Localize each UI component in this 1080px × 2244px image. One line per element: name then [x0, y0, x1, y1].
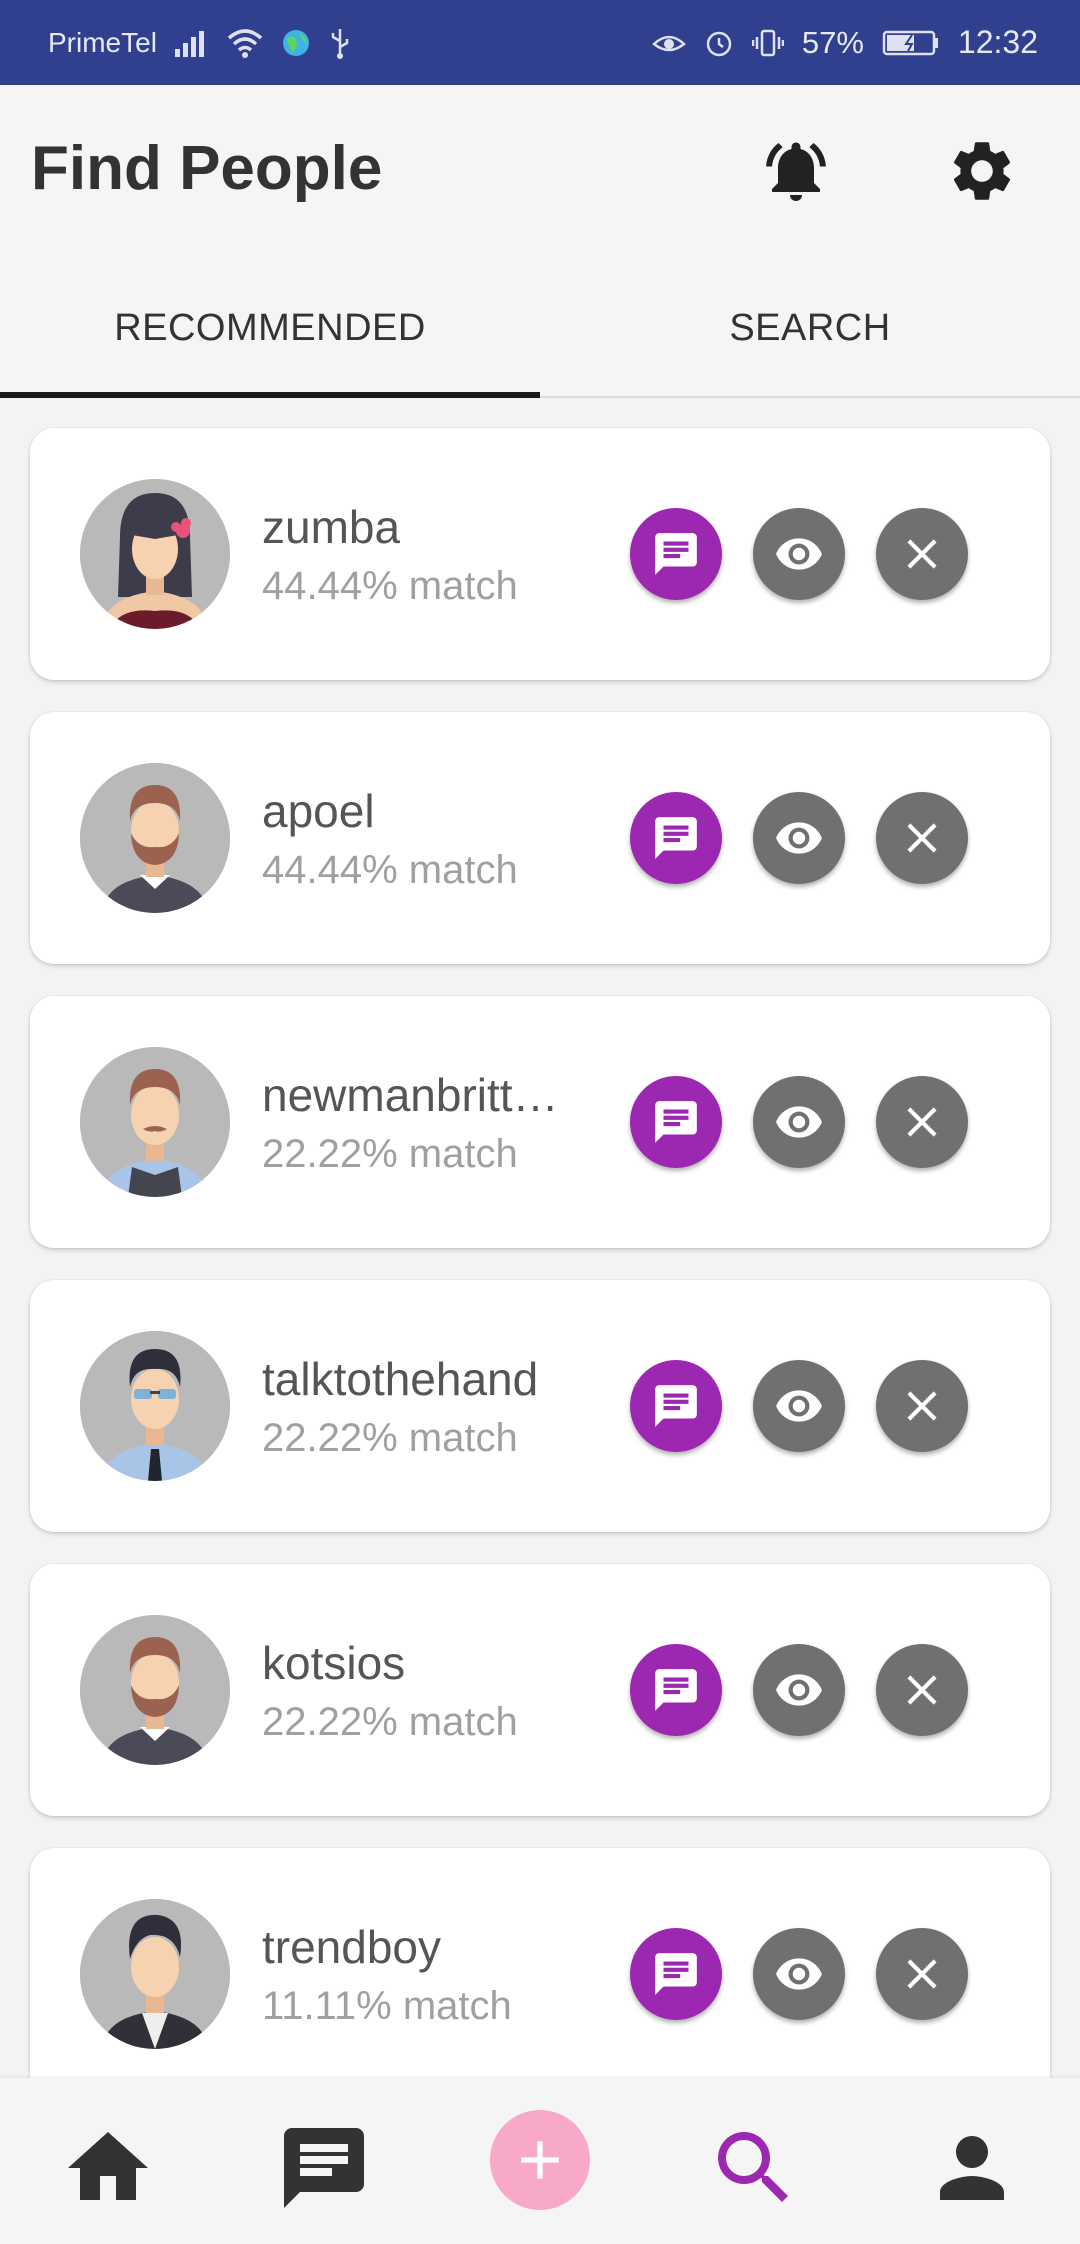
eye-comfort-icon — [651, 30, 686, 56]
battery-percent: 57% — [801, 24, 864, 60]
search-icon[interactable] — [704, 2118, 804, 2218]
chat-icon — [655, 1101, 697, 1143]
match-percent: 11.11% match — [262, 1984, 512, 2028]
username: newmanbritt… — [262, 1069, 559, 1121]
chat-icon — [655, 1669, 697, 1711]
dismiss-button[interactable] — [876, 508, 968, 600]
person-card[interactable]: apoel 44.44% match — [30, 712, 1050, 964]
dismiss-button[interactable] — [876, 1644, 968, 1736]
signal-icon — [174, 29, 209, 57]
people-list[interactable]: zumba 44.44% match apoel 44.44% match ne… — [0, 398, 1080, 2078]
chat-icon — [655, 817, 697, 859]
username: trendboy — [262, 1921, 442, 1973]
suit-man-avatar — [80, 1899, 230, 2049]
person-card[interactable]: zumba 44.44% match — [30, 428, 1050, 680]
clock: 12:32 — [957, 24, 1038, 60]
view-profile-button[interactable] — [753, 1928, 845, 2020]
add-icon[interactable] — [490, 2110, 590, 2210]
view-profile-button[interactable] — [753, 1076, 845, 1168]
app-bar: Find People — [0, 85, 1080, 260]
close-icon — [907, 1391, 937, 1421]
chat-button[interactable] — [630, 792, 722, 884]
eye-icon — [776, 1958, 822, 1990]
view-profile-button[interactable] — [753, 508, 845, 600]
username: kotsios — [262, 1637, 406, 1689]
chat-button[interactable] — [630, 1076, 722, 1168]
chat-button[interactable] — [630, 1360, 722, 1452]
person-card[interactable]: newmanbritt… 22.22% match — [30, 996, 1050, 1248]
mustache-man-avatar — [80, 1047, 230, 1197]
usb-icon — [329, 27, 351, 59]
dismiss-button[interactable] — [876, 1360, 968, 1452]
close-icon — [907, 1107, 937, 1137]
username: zumba — [262, 501, 401, 553]
battery-icon — [882, 29, 940, 57]
chat-icon — [655, 1385, 697, 1427]
vibrate-icon — [751, 28, 784, 58]
eye-icon — [776, 1390, 822, 1422]
eye-icon — [776, 538, 822, 570]
chat-icon — [655, 1953, 697, 1995]
sunglasses-man-avatar — [80, 1331, 230, 1481]
chat-button[interactable] — [630, 1644, 722, 1736]
eye-icon — [776, 1106, 822, 1138]
dismiss-button[interactable] — [876, 792, 968, 884]
tab-search[interactable]: SEARCH — [540, 260, 1080, 396]
carrier-label: PrimeTel — [48, 26, 157, 58]
eye-icon — [776, 1674, 822, 1706]
close-icon — [907, 539, 937, 569]
page-title: Find People — [31, 134, 383, 203]
gear-icon[interactable] — [946, 135, 1018, 207]
person-card[interactable]: trendboy 11.11% match — [30, 1848, 1050, 2078]
match-percent: 22.22% match — [262, 1416, 518, 1460]
view-profile-button[interactable] — [753, 1644, 845, 1736]
tab-recommended[interactable]: RECOMMENDED — [0, 260, 540, 398]
match-percent: 44.44% match — [262, 564, 518, 608]
globe-icon — [281, 28, 311, 58]
bearded-man-avatar — [80, 1615, 230, 1765]
person-card[interactable]: kotsios 22.22% match — [30, 1564, 1050, 1816]
username: apoel — [262, 785, 375, 837]
wifi-icon — [227, 28, 263, 58]
match-percent: 44.44% match — [262, 848, 518, 892]
bottom-nav — [0, 2078, 1080, 2244]
person-card[interactable]: talktothehand 22.22% match — [30, 1280, 1050, 1532]
bell-icon[interactable] — [760, 135, 832, 207]
chat-button[interactable] — [630, 1928, 722, 2020]
chat-icon — [655, 533, 697, 575]
tab-bar: RECOMMENDED SEARCH — [0, 260, 1080, 398]
profile-icon[interactable] — [922, 2118, 1022, 2218]
dismiss-button[interactable] — [876, 1076, 968, 1168]
dismiss-button[interactable] — [876, 1928, 968, 2020]
close-icon — [907, 1675, 937, 1705]
close-icon — [907, 823, 937, 853]
match-percent: 22.22% match — [262, 1132, 518, 1176]
alarm-icon — [704, 28, 734, 58]
close-icon — [907, 1959, 937, 1989]
eye-icon — [776, 822, 822, 854]
match-percent: 22.22% match — [262, 1700, 518, 1744]
status-bar: PrimeTel 57% 12:32 — [0, 0, 1080, 85]
view-profile-button[interactable] — [753, 1360, 845, 1452]
bearded-man-avatar — [80, 763, 230, 913]
username: talktothehand — [262, 1353, 539, 1405]
chat-button[interactable] — [630, 508, 722, 600]
home-icon[interactable] — [58, 2118, 158, 2218]
messages-icon[interactable] — [274, 2118, 374, 2218]
view-profile-button[interactable] — [753, 792, 845, 884]
woman-avatar — [80, 479, 230, 629]
